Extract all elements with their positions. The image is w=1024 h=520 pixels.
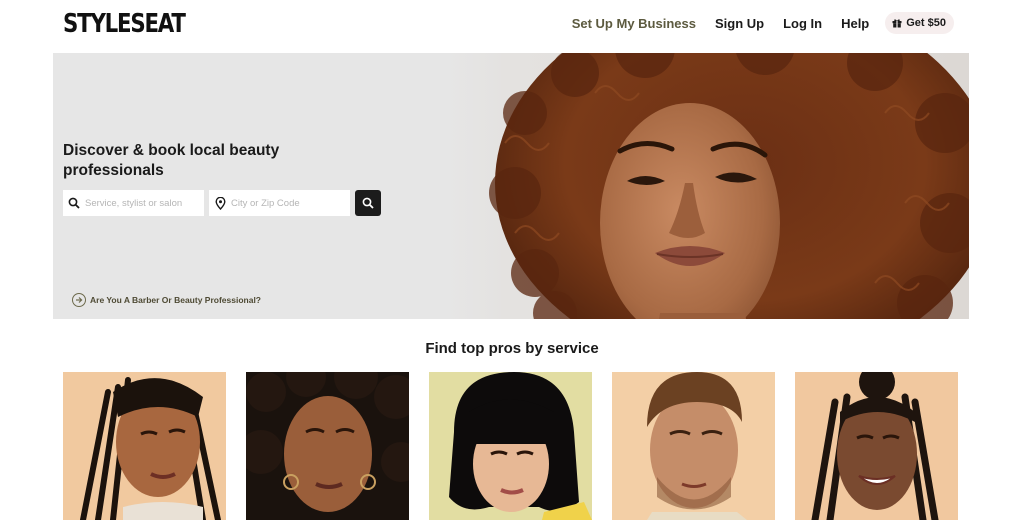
service-card-curly-hair[interactable] <box>246 372 409 520</box>
service-card-image <box>246 372 409 520</box>
service-field <box>63 190 204 216</box>
gift-icon <box>892 19 902 28</box>
arrow-right-circle-icon <box>72 293 86 307</box>
setup-business-link[interactable]: Set Up My Business <box>572 16 696 31</box>
location-pin-icon <box>209 196 231 210</box>
search-button[interactable] <box>355 190 381 216</box>
get-50-button[interactable]: Get $50 <box>885 12 954 34</box>
search-icon <box>63 197 85 209</box>
beauty-pro-link[interactable]: Are You A Barber Or Beauty Professional? <box>72 293 261 307</box>
service-card-image <box>63 372 226 520</box>
city-input[interactable] <box>231 197 343 209</box>
service-input[interactable] <box>85 197 197 209</box>
service-cards <box>63 372 958 520</box>
search-bar <box>63 190 381 216</box>
service-card-barber[interactable] <box>612 372 775 520</box>
login-link[interactable]: Log In <box>783 16 822 31</box>
service-card-image <box>612 372 775 520</box>
service-card-braids[interactable] <box>63 372 226 520</box>
search-icon <box>362 197 374 209</box>
service-card-image <box>795 372 958 520</box>
get-50-label: Get $50 <box>906 17 946 29</box>
hero-banner: Discover & book local beauty professiona… <box>53 53 969 319</box>
hero-portrait-image <box>445 53 969 319</box>
service-card-image <box>429 372 592 520</box>
service-card-haircut[interactable] <box>429 372 592 520</box>
services-section-title: Find top pros by service <box>425 340 599 357</box>
top-nav: Set Up My Business Sign Up Log In Help G… <box>572 11 954 35</box>
service-card-locs[interactable] <box>795 372 958 520</box>
hero-title: Discover & book local beauty professiona… <box>63 142 280 179</box>
site-header: STYLESEAT Set Up My Business Sign Up Log… <box>0 0 1024 52</box>
city-field <box>209 190 350 216</box>
styleseat-logo[interactable]: STYLESEAT <box>63 4 186 44</box>
signup-link[interactable]: Sign Up <box>715 16 764 31</box>
help-link[interactable]: Help <box>841 16 869 31</box>
beauty-pro-link-label: Are You A Barber Or Beauty Professional? <box>90 295 261 305</box>
